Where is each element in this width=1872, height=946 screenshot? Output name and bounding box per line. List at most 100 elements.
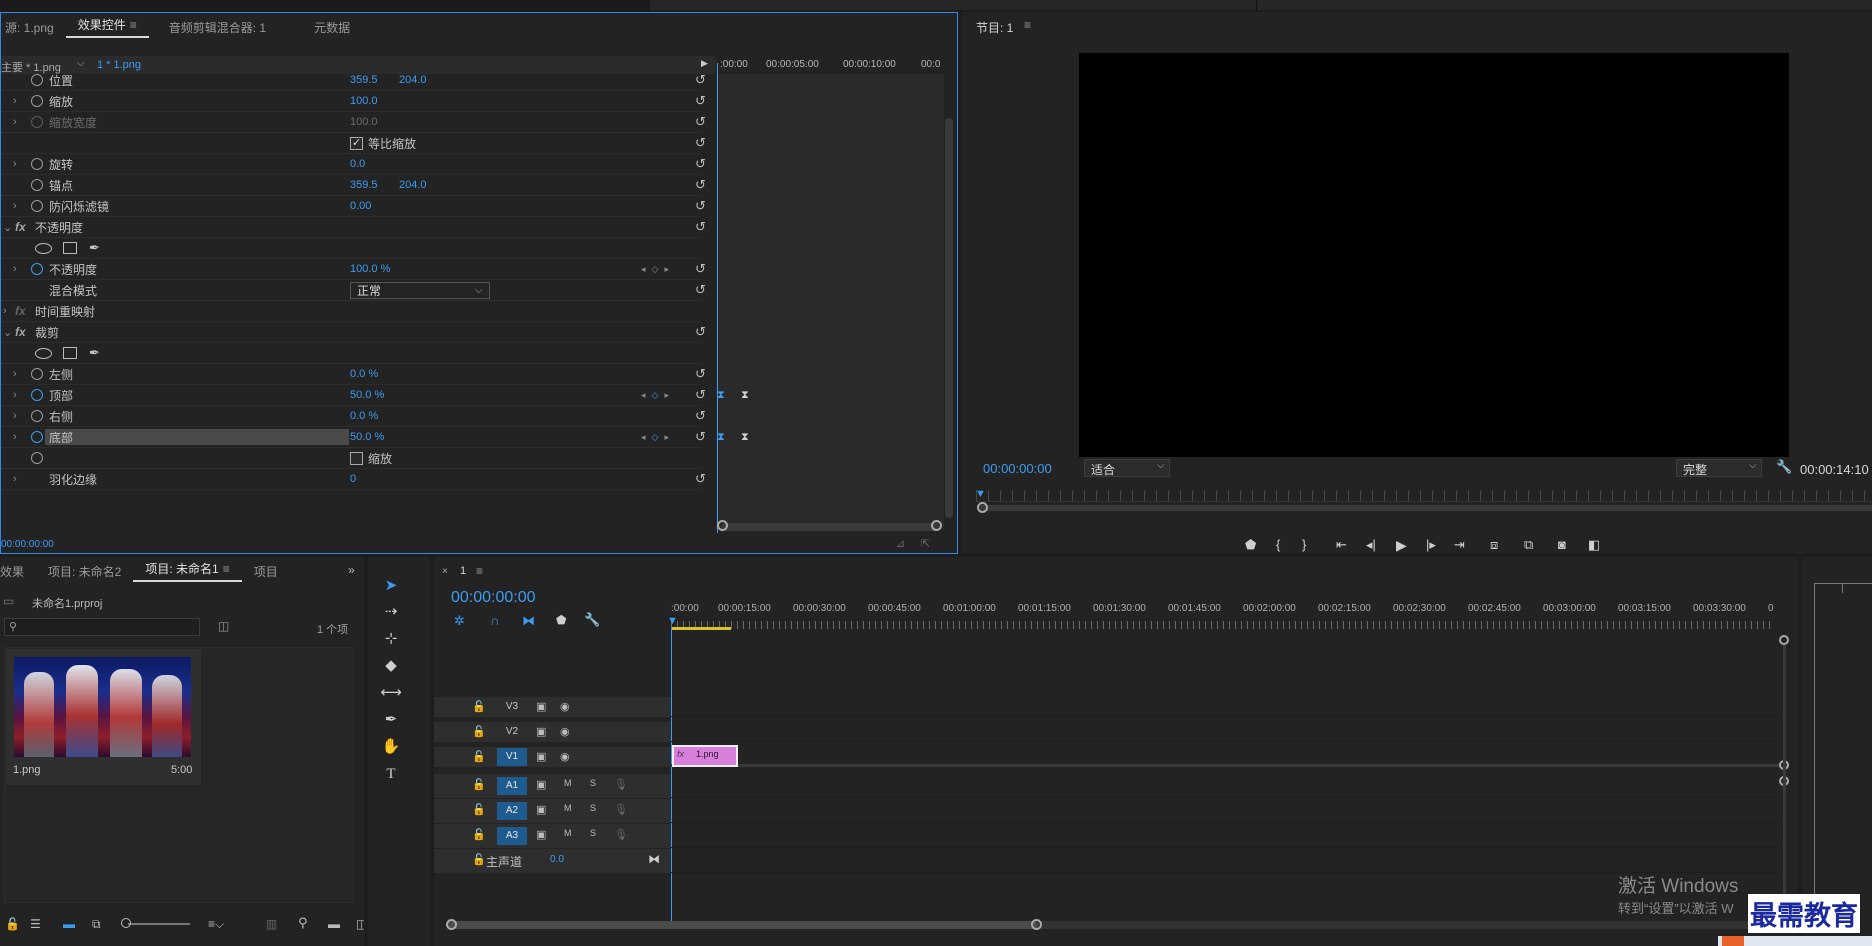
stopwatch-icon[interactable]: [31, 200, 43, 212]
track-name[interactable]: A3: [497, 827, 527, 845]
keyframe-nav-icon[interactable]: ◂◇▸: [641, 390, 675, 401]
media-item-card[interactable]: 1.png 5:00: [6, 649, 201, 785]
chevron-right-icon[interactable]: ›: [13, 368, 17, 380]
eye-icon[interactable]: ◉: [560, 725, 570, 738]
crop-right-value[interactable]: 0.0 %: [350, 410, 378, 422]
step-back-icon[interactable]: ◂|: [1366, 537, 1376, 553]
play-only-icon[interactable]: ▶: [701, 58, 708, 69]
track-name[interactable]: V1: [497, 748, 527, 766]
settings-wrench-icon[interactable]: 🔧: [1776, 459, 1792, 475]
linked-selection-icon[interactable]: ⧓: [522, 613, 535, 629]
play-icon[interactable]: ▶: [1396, 537, 1407, 554]
zoom-handle-right[interactable]: [1031, 919, 1042, 930]
add-marker-icon[interactable]: ⬟: [556, 613, 566, 627]
close-icon[interactable]: ×: [442, 566, 448, 577]
sync-lock-icon[interactable]: ▣: [536, 828, 546, 841]
track-name[interactable]: A1: [497, 777, 527, 795]
stopwatch-icon[interactable]: [31, 431, 43, 443]
program-current-timecode[interactable]: 00:00:00:00: [983, 461, 1052, 476]
anchor-y-value[interactable]: 204.0: [399, 179, 427, 191]
solo-icon[interactable]: S: [590, 828, 596, 838]
reset-icon[interactable]: ↺: [695, 408, 706, 424]
stopwatch-icon[interactable]: [31, 95, 43, 107]
position-x-value[interactable]: 359.5: [350, 74, 378, 86]
track-select-tool-icon[interactable]: ⇢: [380, 601, 402, 623]
video-viewer[interactable]: [1079, 53, 1789, 457]
new-bin-icon[interactable]: ◫: [218, 619, 229, 633]
keyframe-nav-icon[interactable]: ◂◇▸: [641, 432, 675, 443]
position-y-value[interactable]: 204.0: [399, 74, 427, 86]
solo-icon[interactable]: S: [590, 803, 596, 813]
mute-icon[interactable]: M: [564, 803, 572, 813]
mark-out-icon[interactable]: }: [1302, 537, 1306, 552]
track-v1[interactable]: 🔓 V1 ▣ ◉ fx 1.png: [434, 745, 1780, 767]
scroll-handle-right[interactable]: [931, 520, 942, 531]
work-area-bar[interactable]: [671, 627, 731, 630]
mini-timeline-area[interactable]: [716, 74, 944, 529]
effect-section-opacity[interactable]: ⌄ fx 不透明度 ↺: [1, 217, 706, 238]
lift-icon[interactable]: ⧈: [1490, 537, 1498, 553]
playhead-marker-icon[interactable]: ▼: [667, 615, 678, 627]
pen-mask-icon[interactable]: ✒: [89, 240, 100, 256]
chevron-down-icon[interactable]: ⌵: [77, 58, 85, 69]
snap-icon[interactable]: ∩: [490, 613, 499, 628]
reset-icon[interactable]: ↺: [695, 135, 706, 151]
reset-icon[interactable]: ↺: [695, 72, 706, 88]
keyframe-marker-icon[interactable]: ⧗: [741, 389, 749, 402]
crop-left-value[interactable]: 0.0 %: [350, 368, 378, 380]
lock-icon[interactable]: 🔓: [472, 803, 486, 816]
sync-lock-icon[interactable]: ▣: [536, 750, 546, 763]
camera-icon[interactable]: ◙: [1558, 537, 1566, 552]
compare-view-icon[interactable]: ◧: [1588, 537, 1600, 553]
tab-project-3[interactable]: 项目: [242, 563, 290, 580]
lock-icon[interactable]: 🔓: [472, 700, 486, 713]
track-v2[interactable]: 🔓 V2 ▣ ◉: [434, 722, 1780, 742]
chevron-right-icon[interactable]: ›: [13, 473, 17, 485]
zoom-slider-handle[interactable]: [121, 918, 131, 928]
feather-value[interactable]: 0: [350, 473, 356, 485]
go-to-in-icon[interactable]: ⇤: [1336, 537, 1347, 553]
stopwatch-icon[interactable]: [31, 179, 43, 191]
reset-icon[interactable]: ↺: [695, 156, 706, 172]
vertical-scrollbar[interactable]: [945, 118, 953, 518]
lock-icon[interactable]: 🔓: [472, 828, 486, 841]
tab-project-1[interactable]: 项目: 未命名1 ≡: [133, 560, 242, 582]
sequence-tab-label[interactable]: 1: [460, 565, 466, 577]
fit-select[interactable]: 适合 ⌵: [1084, 459, 1170, 477]
media-thumbnail[interactable]: [14, 657, 191, 757]
tab-effect-controls[interactable]: 效果控件 ≡: [65, 16, 149, 38]
lock-icon[interactable]: 🔓: [472, 778, 486, 791]
mic-icon[interactable]: 🎙: [614, 828, 628, 841]
automate-icon[interactable]: ▥: [266, 917, 277, 931]
slip-tool-icon[interactable]: ⟷: [380, 682, 402, 704]
chevron-right-icon[interactable]: ›: [13, 200, 17, 212]
menu-icon[interactable]: ≡: [1024, 18, 1031, 32]
tab-project-2[interactable]: 项目: 未命名2: [36, 563, 133, 580]
stopwatch-icon[interactable]: [31, 263, 43, 275]
app-icon[interactable]: [1722, 936, 1744, 946]
pen-mask-icon[interactable]: ✒: [89, 345, 100, 361]
rotation-value[interactable]: 0.0: [350, 158, 365, 170]
selection-tool-icon[interactable]: ➤: [380, 575, 402, 597]
keyframe-marker-icon[interactable]: ⧗: [741, 431, 749, 444]
ellipse-mask-icon[interactable]: [35, 347, 52, 359]
type-tool-icon[interactable]: T: [380, 763, 402, 785]
reset-icon[interactable]: ↺: [695, 219, 706, 235]
more-tabs-icon[interactable]: »: [348, 563, 355, 577]
mute-icon[interactable]: M: [564, 828, 572, 838]
lock-icon[interactable]: 🔓: [5, 917, 20, 931]
zoom-bar-thumb[interactable]: [448, 921, 1038, 929]
mic-icon[interactable]: 🎙: [614, 803, 628, 816]
new-bin-icon[interactable]: ▬: [328, 917, 340, 931]
timeline-current-timecode[interactable]: 00:00:00:00: [451, 589, 536, 607]
stopwatch-icon[interactable]: [31, 410, 43, 422]
ellipse-mask-icon[interactable]: [35, 242, 52, 254]
pen-tool-icon[interactable]: ✒: [380, 709, 402, 731]
reset-icon[interactable]: ↺: [695, 93, 706, 109]
crop-bottom-value[interactable]: 50.0 %: [350, 431, 384, 443]
razor-tool-icon[interactable]: ◆: [380, 655, 402, 677]
stopwatch-icon[interactable]: [31, 389, 43, 401]
settings-wrench-icon[interactable]: 🔧: [584, 612, 600, 628]
eye-icon[interactable]: ◉: [560, 700, 570, 713]
chevron-right-icon[interactable]: ›: [13, 116, 17, 128]
